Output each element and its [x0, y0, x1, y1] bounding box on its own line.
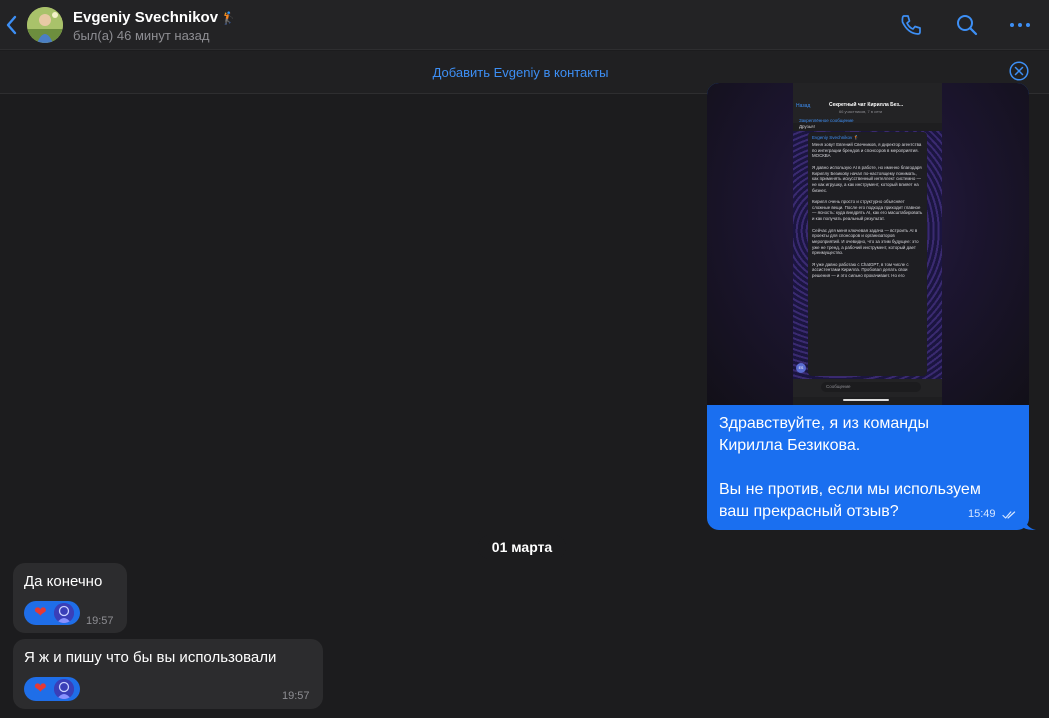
incoming-message[interactable]: Да конечно ❤ 19:57 — [13, 563, 127, 633]
phone-message-body: Меня зовут Евгений Свечников, я директор… — [812, 142, 923, 279]
close-icon[interactable] — [1009, 61, 1029, 81]
heart-icon: ❤ — [34, 604, 47, 621]
outgoing-message-text: Здравствуйте, я из команды Кирилла Безик… — [719, 415, 981, 520]
phone-icon[interactable] — [899, 13, 923, 37]
outgoing-message[interactable]: Назад Секретный чат Кирилла Без... 66 уч… — [707, 83, 1029, 530]
contact-name-text: Evgeniy Svechnikov — [73, 9, 219, 26]
date-separator: 01 марта — [478, 535, 566, 559]
phone-input-field: Сообщение — [821, 382, 921, 392]
phone-home-indicator — [843, 399, 889, 401]
attached-screenshot[interactable]: Назад Секретный чат Кирилла Без... 66 уч… — [707, 83, 1029, 405]
search-icon[interactable] — [955, 13, 979, 37]
more-icon[interactable] — [1008, 13, 1032, 37]
phone-message: Evgeniy Svechnikov 🏌 Меня зовут Евгений … — [808, 132, 927, 376]
outgoing-message-time: 15:49 — [968, 508, 996, 520]
incoming-message-text: Да конечно — [24, 573, 103, 590]
chat-header: Evgeniy Svechnikov 🏌 был(а) 46 минут наза… — [0, 0, 1049, 50]
bubble-tail — [1024, 517, 1036, 530]
last-seen-status: был(а) 46 минут назад — [73, 28, 210, 43]
avatar[interactable] — [27, 7, 63, 43]
add-contact-link[interactable]: Добавить Evgeniy в контакты — [0, 65, 1041, 80]
heart-icon: ❤ — [34, 680, 47, 697]
reaction-avatar — [54, 679, 74, 699]
reaction-avatar — [54, 603, 74, 623]
incoming-message-time: 19:57 — [282, 690, 310, 702]
phone-message-author: Evgeniy Svechnikov 🏌 — [812, 135, 860, 140]
incoming-message-time: 19:57 — [86, 615, 114, 627]
incoming-message-text: Я ж и пишу что бы вы использовали — [24, 649, 277, 666]
phone-chat-subtitle: 66 участников, 7 в сети — [839, 109, 883, 114]
reaction-badge[interactable]: ❤ — [24, 601, 80, 625]
incoming-message[interactable]: Я ж и пишу что бы вы использовали ❤ 19:5… — [13, 639, 323, 709]
double-check-icon — [1002, 511, 1016, 519]
phone-pinned-text: Друзья! — [799, 124, 815, 129]
reaction-badge[interactable]: ❤ — [24, 677, 80, 701]
phone-back-label: Назад — [796, 103, 811, 109]
phone-screenshot: Назад Секретный чат Кирилла Без... 66 уч… — [793, 83, 942, 405]
back-chevron-icon[interactable] — [4, 13, 20, 37]
phone-avatar: ES — [796, 363, 806, 373]
golfer-emoji-icon: 🏌 — [221, 11, 237, 25]
phone-pinned-label: Закреплённое сообщение — [799, 118, 854, 123]
contact-name[interactable]: Evgeniy Svechnikov 🏌 — [73, 9, 236, 26]
phone-chat-title: Секретный чат Кирилла Без... — [829, 102, 904, 108]
